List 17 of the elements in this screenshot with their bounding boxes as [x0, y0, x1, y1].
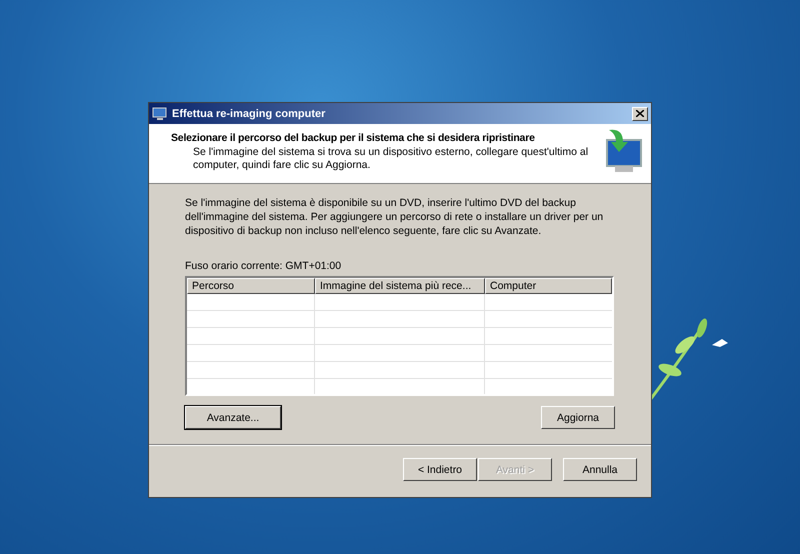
backup-list[interactable]: Percorso Immagine del sistema più rece... Computer — [185, 276, 614, 396]
column-header[interactable]: Computer — [485, 278, 612, 294]
cancel-button[interactable]: Annulla — [563, 458, 637, 481]
advanced-button[interactable]: Avanzate... — [185, 406, 281, 429]
close-button[interactable] — [632, 106, 648, 120]
refresh-button[interactable]: Aggiorna — [541, 406, 615, 429]
close-icon — [636, 110, 644, 117]
window-title: Effettua re-imaging computer — [172, 108, 326, 120]
column-header[interactable]: Percorso — [187, 278, 315, 294]
description-text: Se l'immagine del sistema è disponibile su un DVD, inserire l'ultimo DVD del backup dell'immagine del sistema. Per aggiungere un percorso di rete o installare un driver per un dispositivo di backup non incluso nell'elenco seguente, fare clic su Avanzate. — [185, 196, 604, 238]
timezone-label: Fuso orario corrente: GMT+01:00 — [185, 260, 342, 272]
monitor-arrow-icon — [605, 128, 643, 172]
back-button[interactable]: < Indietro — [403, 458, 477, 481]
header-title: Selezionare il percorso del backup per il sistema che si desidera ripristinare — [171, 132, 536, 144]
header-subtitle: Se l'immagine del sistema si trova su un dispositivo esterno, collegare quest'ultimo al computer, quindi fare clic su Aggiorna. — [192, 146, 590, 172]
column-header[interactable]: Immagine del sistema più rece... — [315, 278, 485, 294]
monitor-icon — [152, 106, 168, 120]
